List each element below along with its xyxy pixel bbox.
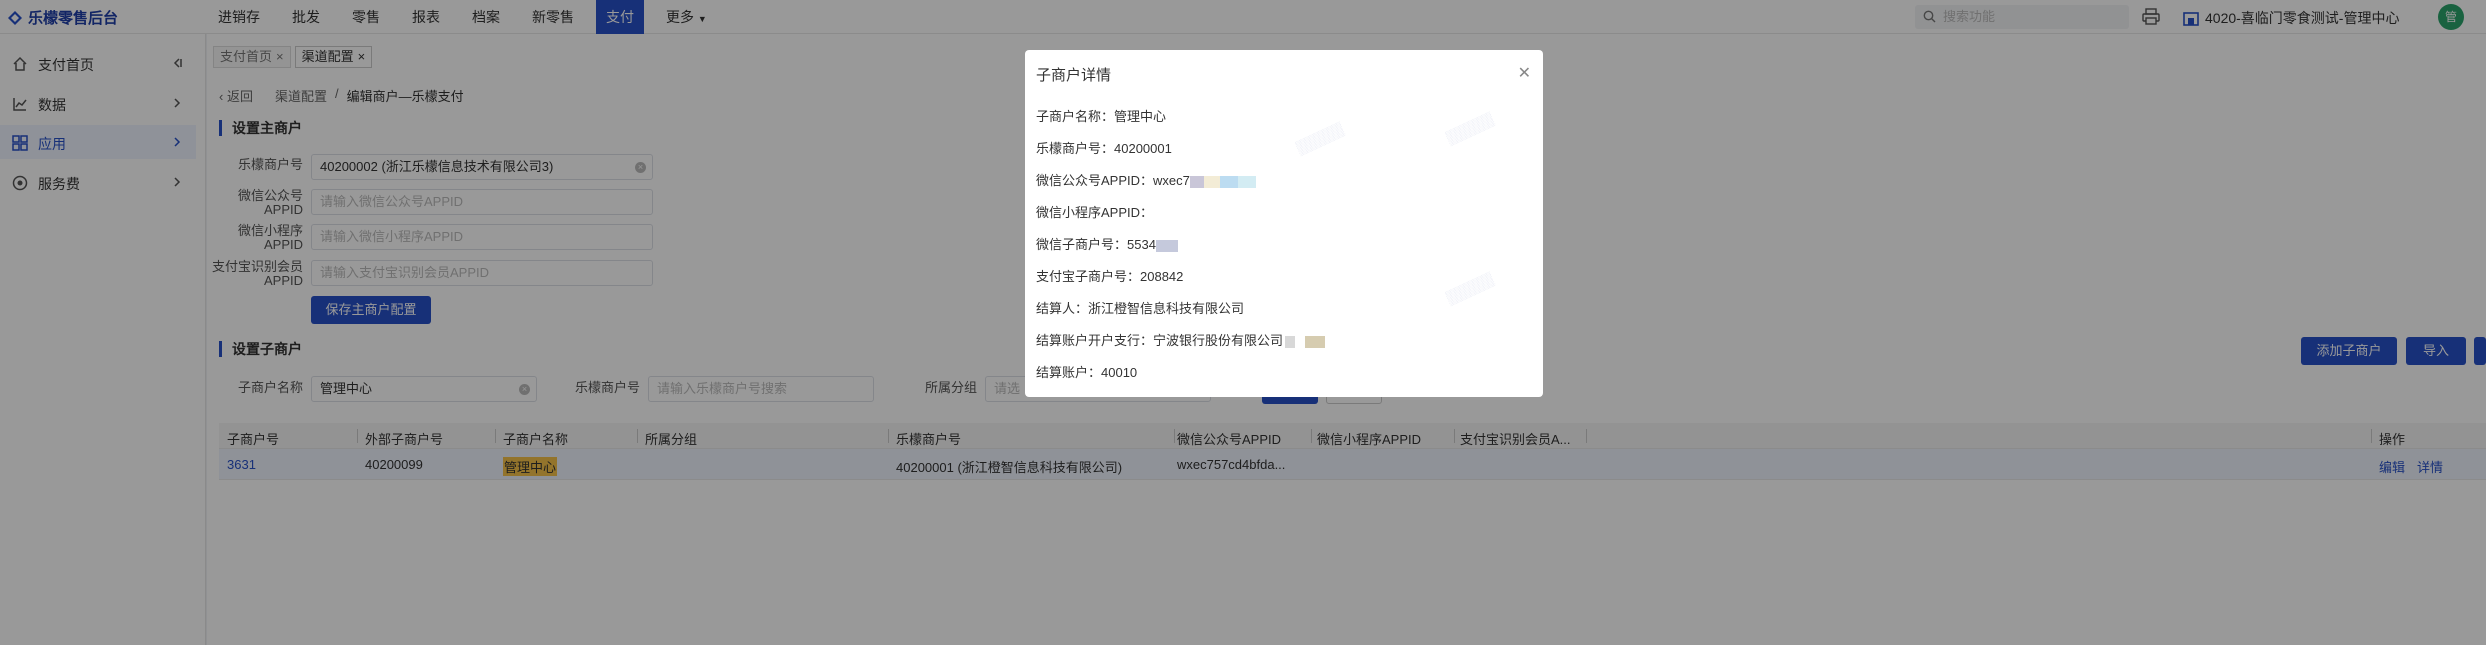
detail-label: 支付宝子商户号： (1036, 269, 1141, 284)
detail-row-wechat-sub-id: 微信子商户号：5534 (1036, 234, 1178, 253)
detail-label: 微信公众号APPID： (1036, 173, 1154, 188)
detail-value: 浙江橙智信息科技有限公司 (1088, 301, 1245, 316)
detail-label: 乐檬商户号： (1036, 141, 1115, 156)
detail-label: 微信子商户号： (1036, 237, 1128, 252)
detail-row-bank-branch: 结算账户开户支行：宁波银行股份有限公司 (1036, 330, 1326, 349)
detail-value: 管理中心 (1114, 109, 1167, 124)
detail-row-wechat-appid: 微信公众号APPID：wxec7 (1036, 170, 1256, 189)
redacted-block (1189, 175, 1204, 188)
dialog-title: 子商户详情 (1036, 67, 1112, 84)
watermark: ▒▒▒▒▒ (1293, 120, 1346, 156)
detail-row-account: 结算账户：40010 (1036, 362, 1137, 381)
detail-label: 微信小程序APPID： (1036, 205, 1154, 220)
detail-label: 结算账户开户支行： (1036, 333, 1154, 348)
redacted-block (1219, 175, 1238, 188)
detail-value: wxec7 (1153, 173, 1190, 188)
detail-value: 5534 (1127, 237, 1156, 252)
detail-row-lemeng-id: 乐檬商户号：40200001 (1036, 138, 1172, 157)
detail-label: 结算账户： (1036, 365, 1102, 380)
redacted-block (1305, 335, 1326, 348)
detail-label: 结算人： (1036, 301, 1089, 316)
sub-merchant-detail-dialog: 子商户详情 ✕ ▒▒▒▒▒ ▒▒▒▒▒ ▒▒▒▒▒ 子商户名称：管理中心 乐檬商… (1025, 50, 1543, 397)
detail-row-alipay-sub-id: 支付宝子商户号：208842 (1036, 266, 1183, 285)
detail-value: 40010 (1101, 365, 1138, 380)
watermark: ▒▒▒▒▒ (1443, 110, 1496, 146)
redacted-block (1237, 175, 1256, 188)
redacted-block (1285, 335, 1296, 348)
detail-label: 子商户名称： (1036, 109, 1115, 124)
detail-value: 208842 (1140, 269, 1184, 284)
watermark: ▒▒▒▒▒ (1443, 270, 1496, 306)
redacted-block (1155, 239, 1178, 252)
detail-row-name: 子商户名称：管理中心 (1036, 106, 1166, 125)
close-icon[interactable]: ✕ (1518, 63, 1531, 83)
detail-value: 宁波银行股份有限公司 (1153, 333, 1284, 348)
detail-row-settler: 结算人：浙江橙智信息科技有限公司 (1036, 298, 1244, 317)
detail-value: 40200001 (1114, 141, 1172, 156)
redacted-block (1203, 175, 1220, 188)
detail-row-mini-appid: 微信小程序APPID： (1036, 202, 1153, 221)
